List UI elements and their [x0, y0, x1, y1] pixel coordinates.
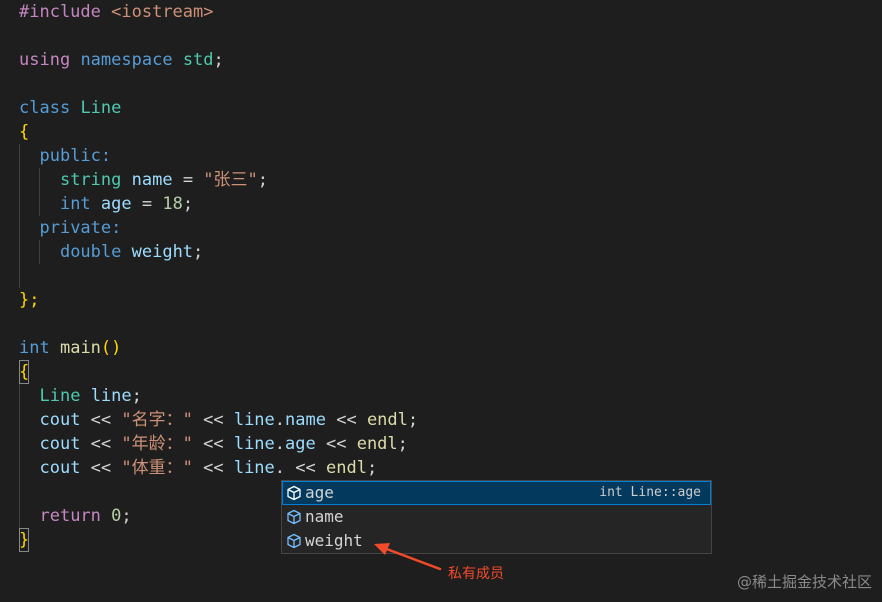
code-line-private: private:: [19, 216, 121, 240]
stream-op: <<: [315, 434, 357, 454]
stream-op: <<: [192, 410, 234, 430]
decl-var: age: [100, 194, 132, 214]
member-dot: .: [274, 434, 286, 454]
code-line-using: using namespace std;: [19, 48, 224, 72]
code-line-main: int main(): [19, 336, 121, 360]
main-function-name: main: [59, 338, 101, 358]
class-keyword: class: [19, 98, 71, 118]
string-literal: "年龄：": [121, 434, 193, 454]
field-cube-icon: [287, 533, 301, 549]
main-parens: (): [100, 338, 122, 358]
suggestion-item-weight[interactable]: weight: [282, 529, 711, 553]
class-close-brace: };: [19, 290, 40, 310]
string-literal: "体重：": [121, 458, 193, 478]
main-open-brace: {: [19, 360, 30, 384]
suggestion-widget: age int Line::age name weight: [281, 480, 712, 554]
return-value: 0: [111, 506, 122, 526]
decl-type: int: [59, 194, 91, 214]
cout: cout: [39, 458, 81, 478]
object-var: line: [90, 386, 132, 406]
code-line-public: public:: [19, 144, 111, 168]
class-close: };: [19, 288, 39, 312]
decl-var: weight: [131, 242, 194, 262]
endl: endl: [366, 410, 408, 430]
string-literal: "名字：": [121, 410, 193, 430]
field-cube-icon: [287, 485, 301, 501]
semicolon: ;: [121, 506, 132, 526]
annotation-text: 私有成员: [448, 566, 504, 582]
semicolon: ;: [407, 410, 419, 430]
code-line-name-decl: string name = "张三";: [19, 168, 268, 192]
stream-op: <<: [80, 458, 122, 478]
semicolon: ;: [182, 194, 194, 214]
semicolon: ;: [257, 170, 269, 190]
include-header: <iostream>: [111, 2, 214, 22]
decl-value: "张三": [203, 170, 258, 190]
cout: cout: [39, 410, 81, 430]
class-open-brace: {: [19, 122, 30, 142]
stream-op: <<: [80, 434, 122, 454]
decl-type: double: [59, 242, 122, 262]
stream-op: <<: [325, 410, 367, 430]
code-line-cout-name: cout << "名字：" << line.name << endl;: [19, 408, 418, 432]
member-name: age: [285, 434, 316, 454]
main-close-brace: }: [19, 528, 30, 552]
semicolon: ;: [366, 458, 378, 478]
object-ref: line: [233, 458, 275, 478]
semicolon: ;: [193, 242, 204, 262]
object-ref: line: [233, 434, 275, 454]
endl: endl: [356, 434, 398, 454]
suggestion-item-name[interactable]: name: [282, 505, 711, 529]
stream-op: <<: [192, 434, 234, 454]
decl-var: name: [131, 170, 173, 190]
watermark: @稀土掘金技术社区: [736, 573, 872, 591]
code-line-include: #include <iostream>: [19, 0, 214, 24]
public-label: public:: [39, 146, 112, 166]
annotation-arrow-icon: [374, 543, 442, 571]
cout: cout: [39, 434, 81, 454]
semicolon: ;: [131, 386, 142, 406]
using-keyword: using: [19, 50, 71, 70]
stream-op: <<: [192, 458, 234, 478]
object-ref: line: [233, 410, 275, 430]
stream-op: <<: [80, 410, 122, 430]
code-line-weight-decl: double weight;: [19, 240, 203, 264]
object-type: Line: [39, 386, 81, 406]
code-line-object: Line line;: [19, 384, 142, 408]
decl-value: 18: [162, 194, 183, 214]
class-name: Line: [80, 98, 122, 118]
semicolon: ;: [213, 50, 224, 70]
decl-eq: =: [131, 194, 163, 214]
suggestion-item-age[interactable]: age int Line::age: [282, 481, 711, 505]
member-dot: .: [274, 410, 286, 430]
private-label: private:: [39, 218, 122, 238]
semicolon: ;: [397, 434, 408, 454]
code-line-age-decl: int age = 18;: [19, 192, 193, 216]
code-line-cout-weight[interactable]: cout << "体重：" << line. << endl;: [19, 456, 377, 480]
code-line-cout-age: cout << "年龄：" << line.age << endl;: [19, 432, 408, 456]
namespace-keyword: namespace: [80, 50, 173, 70]
member-dot: .: [274, 458, 296, 478]
decl-type: string: [59, 170, 122, 190]
main-return-type: int: [19, 338, 50, 358]
code-line-class: class Line: [19, 96, 121, 120]
stream-op: <<: [295, 458, 326, 478]
field-cube-icon: [287, 509, 301, 525]
suggestion-detail: int Line::age: [599, 485, 701, 500]
code-line-return: return 0;: [19, 504, 132, 528]
member-name: name: [285, 410, 326, 430]
suggestion-label: age: [305, 483, 334, 502]
endl: endl: [325, 458, 367, 478]
include-directive: #include: [19, 2, 101, 22]
return-keyword: return: [39, 506, 101, 526]
namespace-name: std: [182, 50, 214, 70]
suggestion-label: weight: [305, 531, 363, 550]
suggestion-label: name: [305, 507, 344, 526]
decl-eq: =: [172, 170, 204, 190]
